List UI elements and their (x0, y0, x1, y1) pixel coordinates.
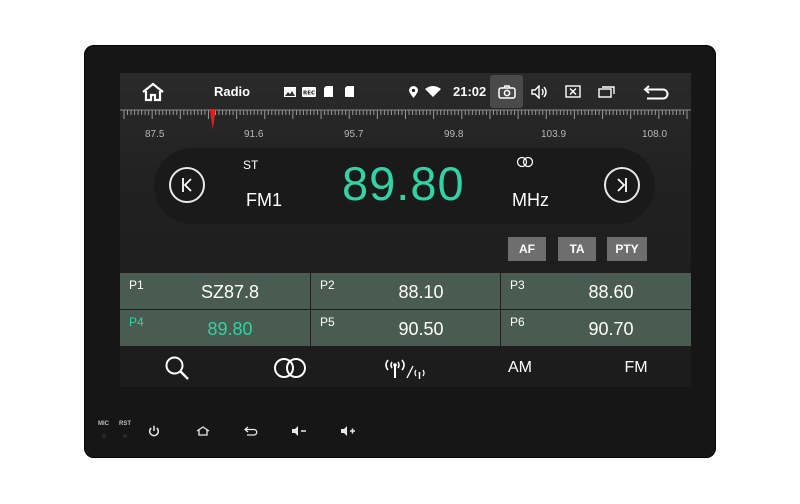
fm-band-button[interactable]: FM (616, 350, 656, 386)
band-label[interactable]: FM1 (246, 190, 282, 211)
windows-icon[interactable] (596, 73, 618, 110)
volume-up-button[interactable] (339, 424, 357, 438)
home-icon (196, 426, 210, 436)
pty-button[interactable]: PTY (607, 237, 647, 261)
preset-p2[interactable]: P2 88.10 (311, 273, 500, 309)
microphone-hole (102, 434, 106, 438)
search-icon (165, 356, 189, 380)
frequency-panel: ST FM1 89.80 MHz (154, 148, 655, 224)
rst-label: RST (119, 421, 131, 427)
status-bar: Radio REC 21:02 (120, 73, 691, 110)
volume-icon[interactable] (529, 73, 551, 110)
am-band-button[interactable]: AM (500, 350, 540, 386)
volume-down-icon (292, 426, 306, 436)
frequency-scale[interactable] (120, 109, 691, 143)
preset-number: P4 (129, 315, 144, 329)
local-distance-button[interactable] (382, 350, 428, 386)
scale-label: 91.6 (244, 129, 264, 140)
seek-next-button[interactable] (604, 167, 640, 203)
current-frequency: 89.80 (342, 157, 465, 210)
scale-label: 87.5 (145, 129, 165, 140)
preset-frequency: 88.10 (398, 282, 444, 302)
app-title: Radio (214, 84, 251, 99)
preset-number: P3 (510, 278, 525, 292)
stereo-icon (516, 156, 534, 168)
power-button[interactable] (145, 424, 163, 438)
close-window-icon[interactable] (562, 73, 584, 110)
power-icon (148, 425, 160, 437)
stereo-icon (274, 358, 306, 378)
mic-label: MIC (98, 421, 109, 427)
volume-down-button[interactable] (290, 424, 308, 438)
af-button[interactable]: AF (508, 237, 546, 261)
svg-text:REC: REC (303, 90, 315, 96)
rec-icon: REC (301, 73, 317, 110)
home-icon[interactable] (138, 73, 168, 110)
preset-p5[interactable]: P5 90.50 (311, 310, 500, 346)
preset-number: P5 (320, 315, 335, 329)
scale-label: 108.0 (642, 129, 668, 140)
scale-label: 99.8 (444, 129, 464, 140)
gallery-icon (283, 73, 297, 110)
scale-label: 103.9 (541, 129, 567, 140)
preset-number: P1 (129, 278, 144, 292)
volume-up-icon (341, 426, 355, 436)
stereo-indicator: ST (243, 158, 259, 172)
location-icon (406, 73, 420, 110)
preset-frequency: 90.50 (398, 319, 444, 339)
preset-p4[interactable]: P4 89.80 (120, 310, 310, 346)
seek-previous-button[interactable] (169, 167, 205, 203)
reset-button[interactable] (123, 434, 127, 438)
preset-p6[interactable]: P6 90.70 (501, 310, 691, 346)
back-icon[interactable] (641, 73, 671, 110)
ta-button[interactable]: TA (558, 237, 596, 261)
preset-frequency: 88.60 (588, 282, 634, 302)
preset-frequency: 90.70 (588, 319, 634, 339)
camera-icon[interactable] (490, 73, 523, 110)
seek-next-icon (617, 178, 627, 192)
preset-p3[interactable]: P3 88.60 (501, 273, 691, 309)
scale-label: 95.7 (344, 129, 364, 140)
frequency-unit: MHz (512, 190, 549, 210)
antenna-icon (385, 359, 425, 379)
sd-card-icon (321, 73, 335, 110)
hardware-back-button[interactable] (242, 424, 260, 438)
seek-previous-icon (182, 178, 192, 192)
radio-screen: Radio REC 21:02 87.5 91.6 95.7 99.8 103.… (120, 73, 691, 387)
preset-frequency: 89.80 (207, 319, 253, 339)
stereo-mode-button[interactable] (270, 350, 310, 386)
wifi-icon (423, 73, 443, 110)
preset-frequency: SZ87.8 (200, 282, 260, 302)
search-button[interactable] (160, 350, 194, 386)
preset-number: P6 (510, 315, 525, 329)
hardware-home-button[interactable] (194, 424, 212, 438)
sd-card-icon (342, 73, 356, 110)
back-icon (244, 426, 258, 436)
tuning-marker[interactable] (209, 109, 216, 129)
preset-number: P2 (320, 278, 335, 292)
clock: 21:02 (453, 84, 487, 99)
preset-p1[interactable]: P1 SZ87.8 (120, 273, 310, 309)
